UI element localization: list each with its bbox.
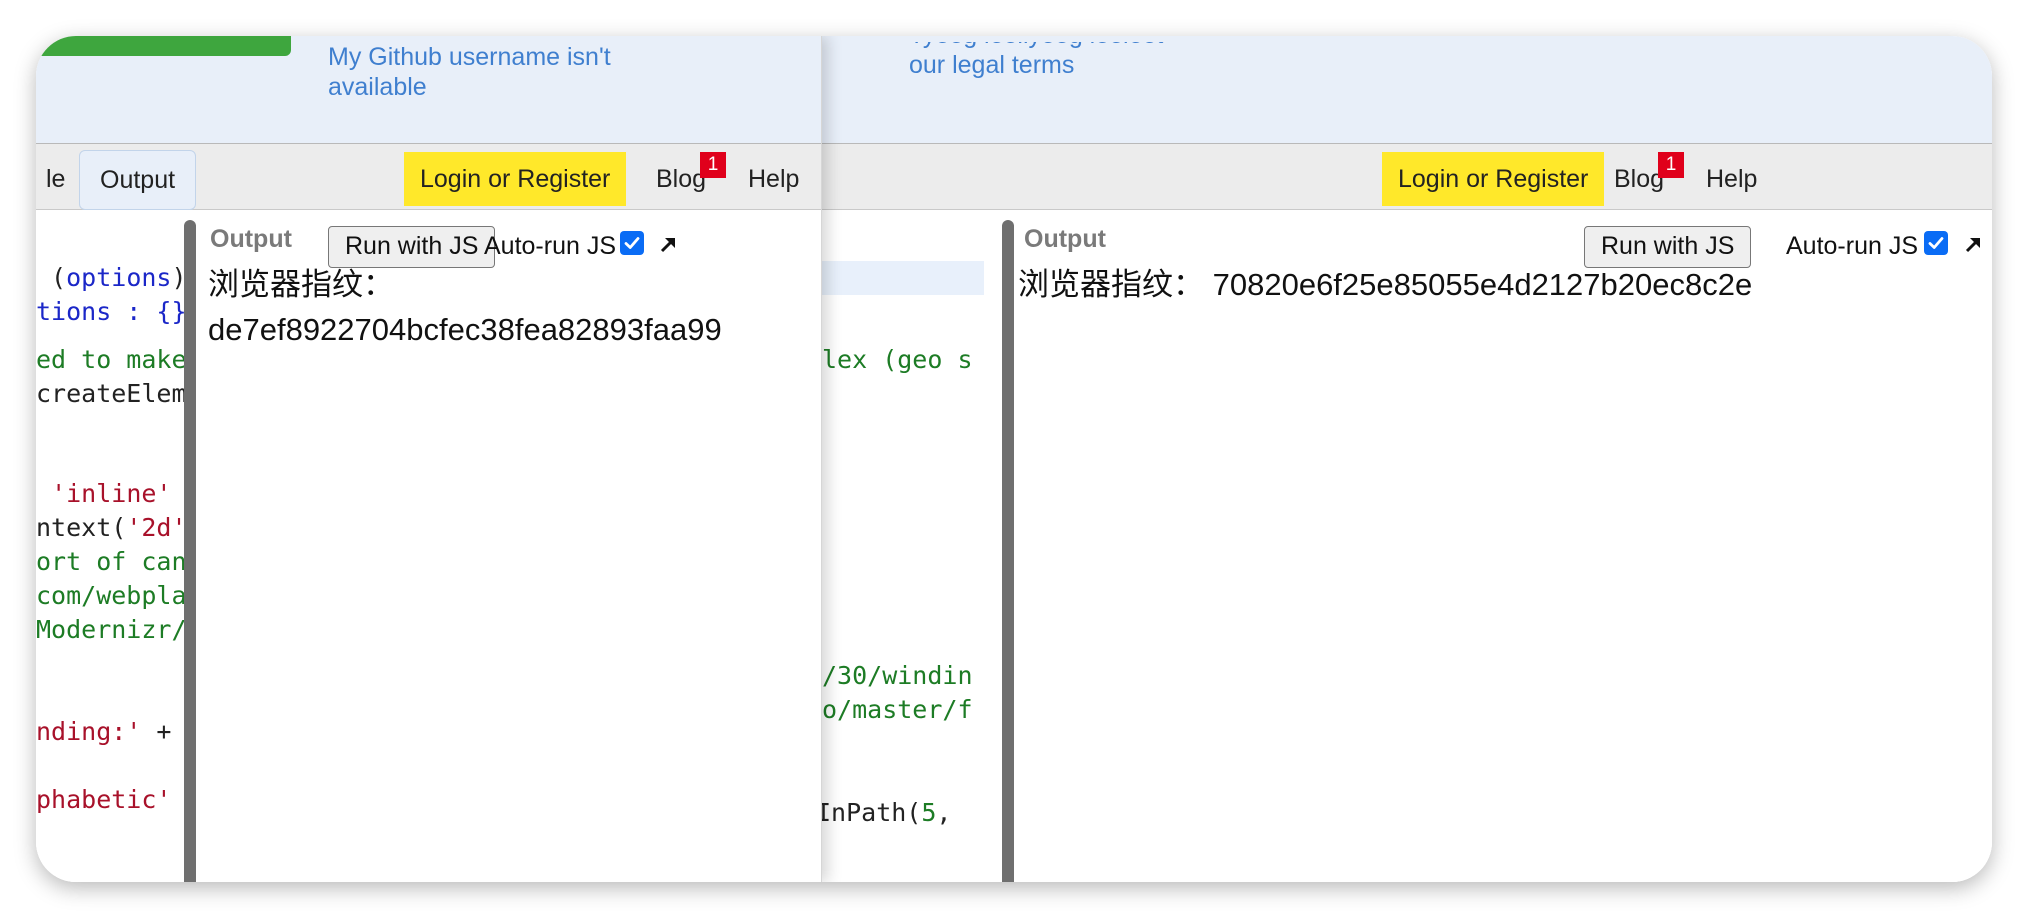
code-line: phabetic' <box>36 785 172 814</box>
code-editor[interactable]: (options) tions : {} ed to make createEl… <box>36 211 204 882</box>
fingerprint-value: 70820e6f25e85055e4d2127b20ec8c2e <box>1212 267 1753 302</box>
arrow-up-right-icon[interactable] <box>656 233 680 257</box>
code-line: ed to make <box>36 345 187 374</box>
output-pane: Output Run with JS Auto-run JS 浏览器指纹： 70… <box>1018 211 1992 882</box>
blog-notification-badge: 1 <box>1658 152 1684 178</box>
arrow-up-right-icon[interactable] <box>1961 233 1985 257</box>
fingerprint-output: 浏览器指纹： 70820e6f25e85055e4d2127b20ec8c2e <box>1018 263 1752 307</box>
blog-notification-badge: 1 <box>700 152 726 178</box>
output-title: Output <box>1024 225 1106 253</box>
github-username-link[interactable]: My Github username isn't available <box>328 42 688 102</box>
auto-run-checkbox[interactable] <box>620 231 644 255</box>
blog-link[interactable]: Blog <box>656 152 706 206</box>
github-username-line-1: My Github username isn't <box>328 43 611 71</box>
run-with-js-button[interactable]: Run with JS <box>1584 226 1752 268</box>
screenshot-card: Tyeeg leellyeeg leeleet our legal terms … <box>36 36 1992 882</box>
code-line: ntext('2d' <box>36 513 187 542</box>
pane-resize-handle[interactable] <box>184 220 196 882</box>
help-link[interactable]: Help <box>748 152 799 206</box>
code-line: o/master/f <box>822 695 973 724</box>
fingerprint-label: 浏览器指纹： <box>208 267 394 302</box>
auto-run-label: Auto-run JS <box>1786 232 1919 260</box>
code-editor[interactable]: lex (geo s /30/windin o/master/f InPath(… <box>822 211 984 882</box>
code-line: lex (geo s <box>822 345 973 374</box>
checkmark-icon <box>624 237 640 249</box>
left-browser-panel: My Github username isn't available le Ou… <box>36 36 822 882</box>
checkmark-icon <box>1928 237 1944 249</box>
output-pane: Output Run with JS Auto-run JS 浏览器指纹： de… <box>202 211 821 882</box>
top-banner: Tyeeg leellyeeg leeleet our legal terms <box>822 36 1992 144</box>
cropped-banner-line: Tyeeg leellyeeg leeleet <box>909 42 1329 50</box>
blog-link[interactable]: Blog <box>1614 152 1664 206</box>
code-line: (options) <box>36 263 187 292</box>
right-browser-panel: Tyeeg leellyeeg leeleet our legal terms … <box>822 36 1992 882</box>
code-line: 'inline' <box>51 479 172 508</box>
legal-terms-text: Tyeeg leellyeeg leeleet our legal terms <box>909 42 1329 80</box>
github-username-line-2: available <box>328 73 427 101</box>
code-line: InPath(5, <box>822 798 952 827</box>
login-register-button[interactable]: Login or Register <box>1382 152 1605 206</box>
login-register-button[interactable]: Login or Register <box>404 152 627 206</box>
cropped-green-button[interactable] <box>36 36 291 56</box>
fingerprint-value: de7ef8922704bcfec38fea82893faa99 <box>208 312 722 347</box>
code-line: createElem <box>36 379 187 408</box>
legal-terms-link[interactable]: our legal terms <box>909 51 1074 79</box>
pane-resize-handle[interactable] <box>1002 220 1014 882</box>
code-line: ort of can <box>36 547 187 576</box>
auto-run-checkbox[interactable] <box>1924 231 1948 255</box>
fingerprint-label: 浏览器指纹： <box>1018 267 1204 302</box>
auto-run-label: Auto-run JS <box>484 232 617 260</box>
code-line: /30/windin <box>822 661 973 690</box>
code-line: com/webpla <box>36 581 187 610</box>
tab-output[interactable]: Output <box>79 150 197 210</box>
code-line: tions : {} <box>36 297 187 326</box>
top-banner: My Github username isn't available <box>36 36 821 144</box>
help-link[interactable]: Help <box>1706 152 1757 206</box>
code-line: nding:' + <box>36 717 172 746</box>
run-with-js-button[interactable]: Run with JS <box>328 226 496 268</box>
screenshot-stage: Tyeeg leellyeeg leeleet our legal terms … <box>0 0 2028 918</box>
highlighted-code-line <box>822 261 984 295</box>
code-line: Modernizr/ <box>36 615 187 644</box>
output-title: Output <box>210 225 292 253</box>
